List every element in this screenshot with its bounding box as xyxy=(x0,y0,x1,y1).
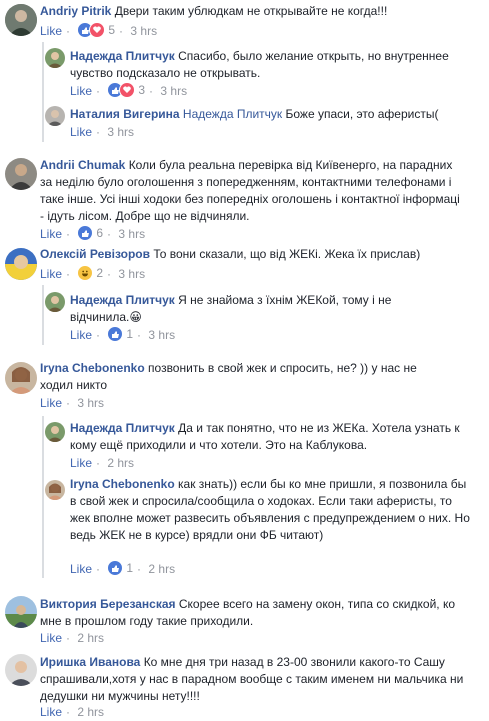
comment-author[interactable]: Виктория Березанская xyxy=(40,597,176,611)
reactions[interactable]: 2 xyxy=(77,265,103,281)
comment-author[interactable]: Надежда Плитчук xyxy=(70,421,175,435)
reactions[interactable]: 1 xyxy=(107,326,133,342)
reaction-count: 1 xyxy=(126,561,134,575)
avatar[interactable] xyxy=(45,292,65,312)
avatar[interactable] xyxy=(5,248,37,280)
heart-reaction-icon xyxy=(89,22,106,38)
reaction-count: 2 xyxy=(96,266,104,280)
comment-text: То вони сказали, що від ЖЕКі. Жека їх пр… xyxy=(153,247,421,261)
timestamp[interactable]: 2 hrs xyxy=(77,631,104,645)
avatar[interactable] xyxy=(5,654,37,686)
avatar[interactable] xyxy=(5,362,37,394)
thread-line xyxy=(42,416,44,578)
mention[interactable]: Надежда Плитчук xyxy=(183,107,282,121)
reaction-count: 6 xyxy=(96,226,104,240)
timestamp[interactable]: 2 hrs xyxy=(77,705,104,719)
reactions[interactable]: 6 xyxy=(77,225,103,241)
avatar[interactable] xyxy=(45,422,65,442)
like-reaction-icon xyxy=(107,326,124,342)
avatar[interactable] xyxy=(5,596,37,628)
like-button[interactable]: Like xyxy=(40,705,62,719)
like-button[interactable]: Like xyxy=(70,84,92,98)
reaction-count: 1 xyxy=(126,327,134,341)
timestamp[interactable]: 3 hrs xyxy=(107,125,134,139)
avatar[interactable] xyxy=(45,48,65,68)
avatar[interactable] xyxy=(5,4,37,36)
like-button[interactable]: Like xyxy=(40,24,62,38)
like-button[interactable]: Like xyxy=(40,631,62,645)
timestamp[interactable]: 3 hrs xyxy=(130,24,157,38)
like-reaction-icon xyxy=(77,225,94,241)
timestamp[interactable]: 3 hrs xyxy=(148,328,175,342)
comment-author[interactable]: Олексій Ревізоров xyxy=(40,247,150,261)
comment-text: Боже упаси, это аферисты( xyxy=(285,107,439,121)
comment-author[interactable]: Iryna Chebonenko xyxy=(70,477,175,491)
reactions[interactable]: 5 xyxy=(77,22,115,38)
like-button[interactable]: Like xyxy=(40,396,62,410)
thread-line xyxy=(42,285,44,345)
comment-author[interactable]: Наталия Вигерина xyxy=(70,107,180,121)
like-button[interactable]: Like xyxy=(40,227,62,241)
timestamp[interactable]: 2 hrs xyxy=(148,562,175,576)
reaction-count: 5 xyxy=(108,23,116,37)
timestamp[interactable]: 2 hrs xyxy=(107,456,134,470)
like-button[interactable]: Like xyxy=(70,456,92,470)
haha-reaction-icon xyxy=(77,265,94,281)
like-reaction-icon xyxy=(107,560,124,576)
reactions[interactable]: 3 xyxy=(107,82,145,98)
like-button[interactable]: Like xyxy=(70,328,92,342)
comment-author[interactable]: Andriy Pitrik xyxy=(40,4,111,18)
comment-text: Двери таким ублюдкам не открывайте не ко… xyxy=(114,4,388,18)
like-button[interactable]: Like xyxy=(70,125,92,139)
timestamp[interactable]: 3 hrs xyxy=(77,396,104,410)
timestamp[interactable]: 3 hrs xyxy=(118,227,145,241)
thread-line xyxy=(42,42,44,142)
comment-author[interactable]: Надежда Плитчук xyxy=(70,49,175,63)
reactions[interactable]: 1 xyxy=(107,560,133,576)
timestamp[interactable]: 3 hrs xyxy=(160,84,187,98)
comment-author[interactable]: Иришка Иванова xyxy=(40,655,140,669)
like-button[interactable]: Like xyxy=(40,267,62,281)
avatar[interactable] xyxy=(45,106,65,126)
avatar[interactable] xyxy=(45,480,65,500)
comment-author[interactable]: Andrii Chumak xyxy=(40,158,125,172)
timestamp[interactable]: 3 hrs xyxy=(118,267,145,281)
comment-author[interactable]: Надежда Плитчук xyxy=(70,293,175,307)
heart-reaction-icon xyxy=(119,82,136,98)
like-button[interactable]: Like xyxy=(70,562,92,576)
reaction-count: 3 xyxy=(138,83,146,97)
avatar[interactable] xyxy=(5,158,37,190)
comment-author[interactable]: Iryna Chebonenko xyxy=(40,361,145,375)
